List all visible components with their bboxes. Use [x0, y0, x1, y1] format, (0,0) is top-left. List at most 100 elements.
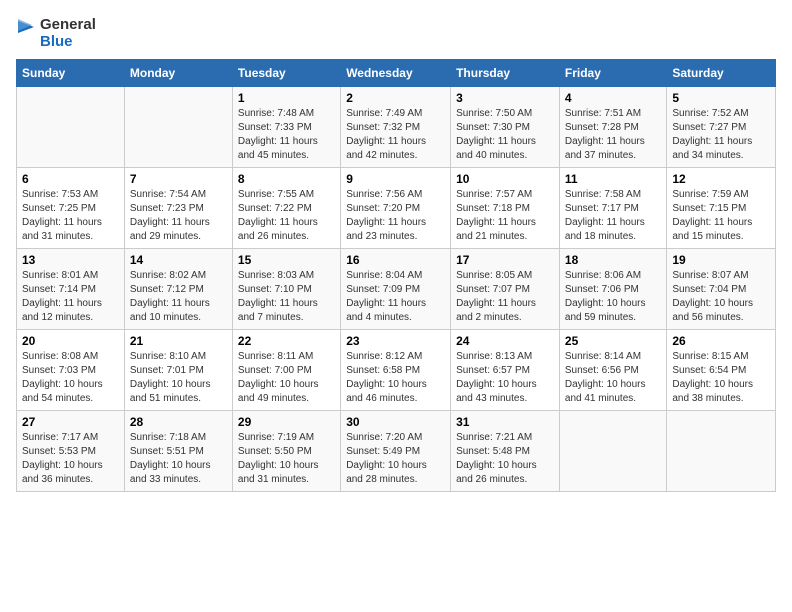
day-number: 8 [238, 172, 335, 186]
calendar-cell: 22 Sunrise: 8:11 AMSunset: 7:00 PMDayligh… [232, 329, 340, 410]
weekday-header-monday: Monday [124, 59, 232, 86]
day-info: Sunrise: 8:01 AMSunset: 7:14 PMDaylight:… [22, 269, 119, 325]
logo-flag-icon [16, 19, 36, 47]
day-info: Sunrise: 7:57 AMSunset: 7:18 PMDaylight:… [456, 188, 554, 244]
day-number: 29 [238, 415, 335, 429]
day-info: Sunrise: 7:19 AMSunset: 5:50 PMDaylight:… [238, 431, 335, 487]
calendar-table: SundayMondayTuesdayWednesdayThursdayFrid… [16, 59, 776, 492]
day-number: 30 [346, 415, 445, 429]
calendar-cell: 20 Sunrise: 8:08 AMSunset: 7:03 PMDayligh… [17, 329, 125, 410]
calendar-cell: 23Sunrise: 8:12 AMSunset: 6:58 PMDayligh… [341, 329, 451, 410]
day-number: 20 [22, 334, 119, 348]
day-number: 15 [238, 253, 335, 267]
day-info: Sunrise: 8:02 AMSunset: 7:12 PMDaylight:… [130, 269, 227, 325]
day-info: Sunrise: 8:08 AMSunset: 7:03 PMDaylight:… [22, 350, 119, 406]
calendar-body: 1Sunrise: 7:48 AMSunset: 7:33 PMDaylight… [17, 86, 776, 491]
day-info: Sunrise: 8:07 AMSunset: 7:04 PMDaylight:… [672, 269, 770, 325]
day-number: 22 [238, 334, 335, 348]
calendar-cell: 25Sunrise: 8:14 AMSunset: 6:56 PMDayligh… [559, 329, 666, 410]
weekday-header-thursday: Thursday [451, 59, 560, 86]
calendar-cell: 1Sunrise: 7:48 AMSunset: 7:33 PMDaylight… [232, 86, 340, 167]
day-number: 23 [346, 334, 445, 348]
day-info: Sunrise: 7:49 AMSunset: 7:32 PMDaylight:… [346, 107, 445, 163]
weekday-header-tuesday: Tuesday [232, 59, 340, 86]
calendar-cell: 3Sunrise: 7:50 AMSunset: 7:30 PMDaylight… [451, 86, 560, 167]
day-info: Sunrise: 7:18 AMSunset: 5:51 PMDaylight:… [130, 431, 227, 487]
day-number: 2 [346, 91, 445, 105]
day-info: Sunrise: 7:59 AMSunset: 7:15 PMDaylight:… [672, 188, 770, 244]
day-info: Sunrise: 8:04 AMSunset: 7:09 PMDaylight:… [346, 269, 445, 325]
day-number: 26 [672, 334, 770, 348]
day-info: Sunrise: 8:03 AMSunset: 7:10 PMDaylight:… [238, 269, 335, 325]
calendar-cell: 5Sunrise: 7:52 AMSunset: 7:27 PMDaylight… [667, 86, 776, 167]
weekday-header-saturday: Saturday [667, 59, 776, 86]
calendar-cell [124, 86, 232, 167]
day-info: Sunrise: 7:17 AMSunset: 5:53 PMDaylight:… [22, 431, 119, 487]
day-number: 7 [130, 172, 227, 186]
day-number: 16 [346, 253, 445, 267]
calendar-header: SundayMondayTuesdayWednesdayThursdayFrid… [17, 59, 776, 86]
day-info: Sunrise: 7:51 AMSunset: 7:28 PMDaylight:… [565, 107, 661, 163]
calendar-cell: 18 Sunrise: 8:06 AMSunset: 7:06 PMDayligh… [559, 248, 666, 329]
calendar-cell: 12 Sunrise: 7:59 AMSunset: 7:15 PMDayligh… [667, 167, 776, 248]
day-info: Sunrise: 8:06 AMSunset: 7:06 PMDaylight:… [565, 269, 661, 325]
day-number: 24 [456, 334, 554, 348]
logo-blue-text: Blue [40, 33, 96, 50]
calendar-cell: 4Sunrise: 7:51 AMSunset: 7:28 PMDaylight… [559, 86, 666, 167]
logo-general-text: General [40, 16, 96, 33]
calendar-cell: 28 Sunrise: 7:18 AMSunset: 5:51 PMDayligh… [124, 410, 232, 491]
header-row: SundayMondayTuesdayWednesdayThursdayFrid… [17, 59, 776, 86]
day-info: Sunrise: 7:21 AMSunset: 5:48 PMDaylight:… [456, 431, 554, 487]
day-info: Sunrise: 8:13 AMSunset: 6:57 PMDaylight:… [456, 350, 554, 406]
calendar-cell: 2 Sunrise: 7:49 AMSunset: 7:32 PMDaylight… [341, 86, 451, 167]
logo: General Blue [16, 16, 96, 51]
day-number: 14 [130, 253, 227, 267]
day-number: 12 [672, 172, 770, 186]
day-info: Sunrise: 8:11 AMSunset: 7:00 PMDaylight:… [238, 350, 335, 406]
calendar-cell: 17 Sunrise: 8:05 AMSunset: 7:07 PMDayligh… [451, 248, 560, 329]
page-header: General Blue [16, 16, 776, 51]
day-number: 28 [130, 415, 227, 429]
calendar-cell: 8 Sunrise: 7:55 AMSunset: 7:22 PMDaylight… [232, 167, 340, 248]
calendar-cell: 31 Sunrise: 7:21 AMSunset: 5:48 PMDayligh… [451, 410, 560, 491]
day-info: Sunrise: 7:56 AMSunset: 7:20 PMDaylight:… [346, 188, 445, 244]
day-info: Sunrise: 8:05 AMSunset: 7:07 PMDaylight:… [456, 269, 554, 325]
calendar-cell: 29 Sunrise: 7:19 AMSunset: 5:50 PMDayligh… [232, 410, 340, 491]
weekday-header-wednesday: Wednesday [341, 59, 451, 86]
calendar-cell: 10 Sunrise: 7:57 AMSunset: 7:18 PMDayligh… [451, 167, 560, 248]
week-row-3: 13Sunrise: 8:01 AMSunset: 7:14 PMDayligh… [17, 248, 776, 329]
week-row-2: 6Sunrise: 7:53 AMSunset: 7:25 PMDaylight… [17, 167, 776, 248]
calendar-cell: 24 Sunrise: 8:13 AMSunset: 6:57 PMDayligh… [451, 329, 560, 410]
day-info: Sunrise: 7:54 AMSunset: 7:23 PMDaylight:… [130, 188, 227, 244]
week-row-1: 1Sunrise: 7:48 AMSunset: 7:33 PMDaylight… [17, 86, 776, 167]
day-info: Sunrise: 7:55 AMSunset: 7:22 PMDaylight:… [238, 188, 335, 244]
day-number: 9 [346, 172, 445, 186]
calendar-cell: 11 Sunrise: 7:58 AMSunset: 7:17 PMDayligh… [559, 167, 666, 248]
day-number: 5 [672, 91, 770, 105]
day-number: 31 [456, 415, 554, 429]
calendar-cell: 21 Sunrise: 8:10 AMSunset: 7:01 PMDayligh… [124, 329, 232, 410]
day-number: 18 [565, 253, 661, 267]
calendar-cell: 9 Sunrise: 7:56 AMSunset: 7:20 PMDaylight… [341, 167, 451, 248]
day-info: Sunrise: 8:15 AMSunset: 6:54 PMDaylight:… [672, 350, 770, 406]
calendar-cell: 7 Sunrise: 7:54 AMSunset: 7:23 PMDaylight… [124, 167, 232, 248]
day-info: Sunrise: 8:14 AMSunset: 6:56 PMDaylight:… [565, 350, 661, 406]
calendar-cell: 16 Sunrise: 8:04 AMSunset: 7:09 PMDayligh… [341, 248, 451, 329]
calendar-cell: 19Sunrise: 8:07 AMSunset: 7:04 PMDayligh… [667, 248, 776, 329]
day-number: 21 [130, 334, 227, 348]
calendar-cell: 14 Sunrise: 8:02 AMSunset: 7:12 PMDayligh… [124, 248, 232, 329]
day-info: Sunrise: 7:53 AMSunset: 7:25 PMDaylight:… [22, 188, 119, 244]
calendar-cell [559, 410, 666, 491]
calendar-cell: 27Sunrise: 7:17 AMSunset: 5:53 PMDayligh… [17, 410, 125, 491]
day-number: 1 [238, 91, 335, 105]
calendar-cell [667, 410, 776, 491]
day-number: 17 [456, 253, 554, 267]
calendar-cell [17, 86, 125, 167]
day-info: Sunrise: 7:20 AMSunset: 5:49 PMDaylight:… [346, 431, 445, 487]
calendar-cell: 30 Sunrise: 7:20 AMSunset: 5:49 PMDayligh… [341, 410, 451, 491]
day-number: 11 [565, 172, 661, 186]
weekday-header-friday: Friday [559, 59, 666, 86]
day-number: 10 [456, 172, 554, 186]
day-info: Sunrise: 8:10 AMSunset: 7:01 PMDaylight:… [130, 350, 227, 406]
day-info: Sunrise: 7:58 AMSunset: 7:17 PMDaylight:… [565, 188, 661, 244]
